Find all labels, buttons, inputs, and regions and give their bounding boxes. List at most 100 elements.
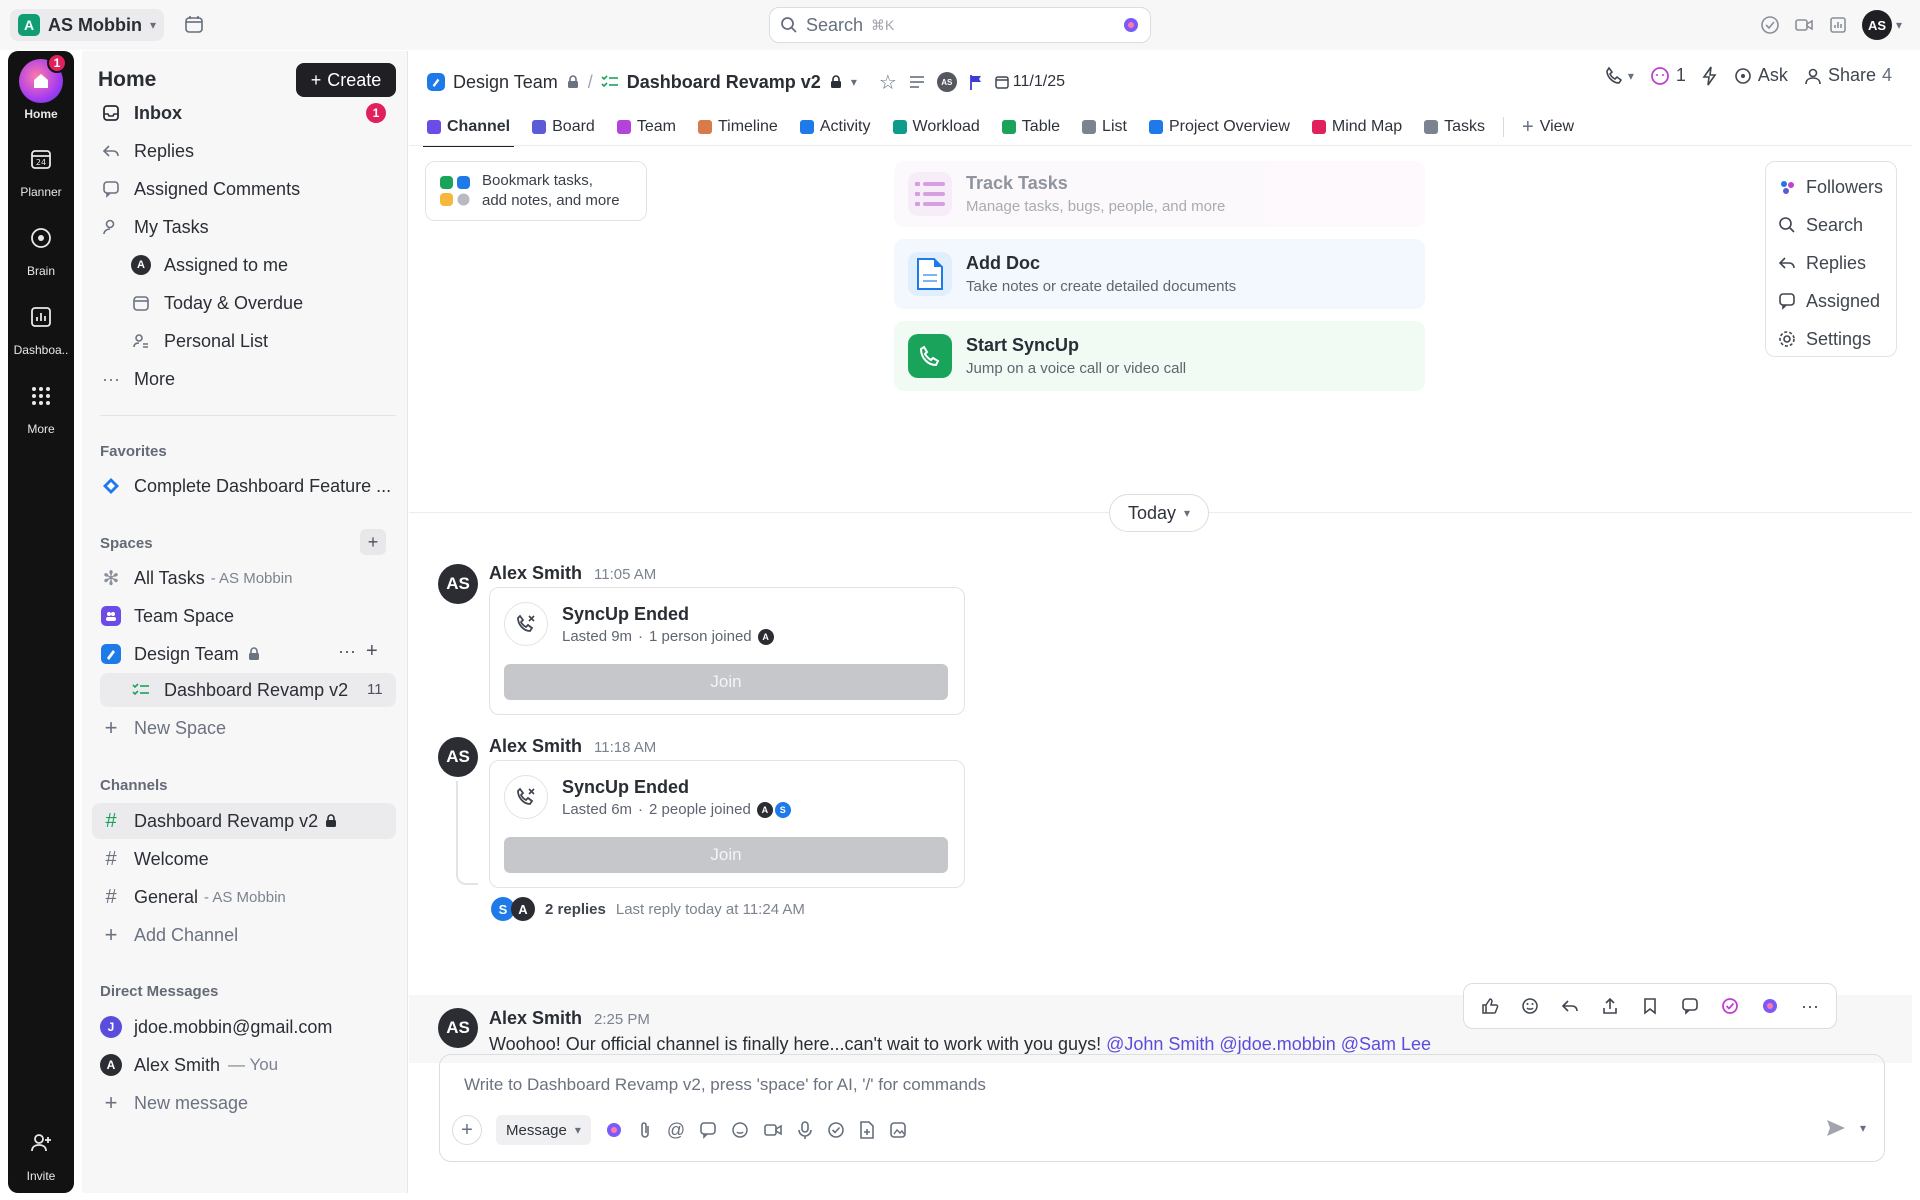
space-add-plus-icon[interactable]: + [366, 640, 378, 663]
favorite-item[interactable]: Complete Dashboard Feature ... [100, 470, 391, 502]
global-search[interactable]: Search ⌘K [769, 7, 1151, 43]
date-divider-today[interactable]: Today ▾ [1109, 494, 1209, 532]
space-options-ellipsis-icon[interactable]: ··· [338, 641, 356, 662]
lightning-icon[interactable] [1702, 66, 1718, 86]
sidebar-item-assigned-comments[interactable]: Assigned Comments [100, 173, 300, 205]
emoji-icon[interactable] [731, 1121, 749, 1139]
channel-general[interactable]: # General - AS Mobbin [100, 881, 285, 913]
notification-icon[interactable]: 1 [1650, 65, 1686, 86]
panel-followers[interactable]: Followers [1774, 168, 1888, 206]
rail-brain[interactable]: Brain [8, 216, 74, 278]
panel-assigned[interactable]: Assigned [1774, 282, 1888, 320]
tab-workload[interactable]: Workload [889, 109, 984, 145]
dm-alex-smith[interactable]: A Alex Smith — You [100, 1049, 278, 1081]
check-circle-icon[interactable] [1760, 15, 1780, 35]
mention-link[interactable]: @John Smith [1106, 1034, 1214, 1055]
reply-icon[interactable] [1558, 994, 1582, 1018]
start-syncup-card[interactable]: Start SyncUp Jump on a voice call or vide… [894, 321, 1425, 391]
new-message-button[interactable]: + New message [100, 1087, 248, 1119]
tab-mind-map[interactable]: Mind Map [1308, 109, 1406, 145]
message-author[interactable]: Alex Smith [489, 736, 582, 757]
calendar-icon[interactable] [184, 14, 204, 34]
mention-link[interactable]: @Sam Lee [1341, 1034, 1431, 1055]
list-dashboard-revamp[interactable]: Dashboard Revamp v2 [130, 674, 348, 706]
mention-link[interactable]: @jdoe.mobbin [1219, 1034, 1335, 1055]
emoji-add-icon[interactable] [1518, 994, 1542, 1018]
space-design-team[interactable]: Design Team [100, 638, 261, 670]
dm-jdoe[interactable]: J jdoe.mobbin@gmail.com [100, 1011, 332, 1043]
tab-timeline[interactable]: Timeline [694, 109, 782, 145]
flag-icon[interactable] [969, 74, 983, 90]
channel-welcome[interactable]: # Welcome [100, 843, 208, 875]
mention-at-icon[interactable]: @ [667, 1120, 685, 1141]
tab-table[interactable]: Table [998, 109, 1064, 145]
add-doc-card[interactable]: Add Doc Take notes or create detailed doc… [894, 239, 1425, 309]
crumb-space[interactable]: Design Team [453, 72, 558, 93]
message-avatar[interactable]: AS [438, 1008, 478, 1048]
message-author[interactable]: Alex Smith [489, 1008, 582, 1029]
user-avatar[interactable]: AS [1861, 10, 1892, 40]
due-date[interactable]: 11/1/25 [1013, 73, 1065, 91]
rail-home[interactable]: 1 Home [8, 53, 74, 121]
doc-add-icon[interactable] [859, 1121, 875, 1139]
attachment-icon[interactable] [637, 1121, 653, 1139]
join-button[interactable]: Join [504, 837, 948, 873]
sidebar-item-today-overdue[interactable]: Today & Overdue [130, 287, 303, 319]
ai-sparkle-icon[interactable] [1122, 16, 1140, 34]
message-avatar[interactable]: AS [438, 564, 478, 604]
bookmark-widget[interactable]: Bookmark tasks, add notes, and more [425, 161, 647, 221]
space-team-space[interactable]: Team Space [100, 600, 234, 632]
chevron-down-icon[interactable]: ▾ [1896, 18, 1902, 32]
sidebar-item-more[interactable]: ··· More [100, 363, 175, 395]
message-avatar[interactable]: AS [438, 737, 478, 777]
rail-more[interactable]: More [8, 374, 74, 436]
tab-project-overview[interactable]: Project Overview [1145, 109, 1294, 145]
assignee-avatar[interactable]: AS [936, 72, 957, 92]
thumbs-up-icon[interactable] [1478, 994, 1502, 1018]
rail-planner[interactable]: 24 Planner [8, 137, 74, 199]
new-space-button[interactable]: + New Space [100, 712, 227, 744]
create-button[interactable]: + Create [296, 63, 396, 97]
composer-placeholder[interactable]: Write to Dashboard Revamp v2, press 'spa… [464, 1075, 986, 1095]
sidebar-item-personal-list[interactable]: Personal List [130, 325, 268, 357]
chart-icon[interactable] [1828, 15, 1848, 35]
bookmark-icon[interactable] [1638, 994, 1662, 1018]
add-space-plus-icon[interactable]: + [360, 529, 386, 555]
chevron-down-icon[interactable]: ▾ [1860, 1121, 1866, 1135]
calendar-icon[interactable] [995, 75, 1009, 89]
workspace-switcher[interactable]: A AS Mobbin ▾ [10, 9, 165, 41]
message-composer[interactable]: Write to Dashboard Revamp v2, press 'spa… [439, 1054, 1885, 1162]
star-icon[interactable]: ☆ [879, 70, 897, 95]
add-channel-button[interactable]: + Add Channel [100, 919, 239, 951]
tab-board[interactable]: Board [528, 109, 599, 145]
panel-replies[interactable]: Replies [1774, 244, 1888, 282]
space-all-tasks[interactable]: ✻ All Tasks - AS Mobbin [100, 562, 293, 594]
channel-dashboard-revamp[interactable]: # Dashboard Revamp v2 [100, 805, 338, 837]
tab-tasks[interactable]: Tasks [1420, 109, 1489, 145]
task-check-icon[interactable] [827, 1121, 845, 1139]
microphone-icon[interactable] [797, 1121, 813, 1139]
composer-add-plus-icon[interactable]: + [452, 1115, 482, 1145]
send-icon[interactable] [1826, 1119, 1846, 1137]
rail-dashboards[interactable]: Dashboa.. [8, 295, 74, 357]
chevron-down-icon[interactable]: ▾ [851, 75, 857, 89]
assign-comment-icon[interactable] [1678, 994, 1702, 1018]
crumb-list[interactable]: Dashboard Revamp v2 [627, 72, 821, 93]
share-button[interactable]: Share 4 [1804, 65, 1892, 86]
image-add-icon[interactable] [889, 1121, 907, 1139]
ai-sparkle-icon[interactable] [605, 1121, 623, 1139]
ai-sparkle-icon[interactable] [1758, 994, 1782, 1018]
tab-channel[interactable]: Channel [423, 109, 515, 147]
rail-invite[interactable]: Invite [8, 1121, 74, 1183]
comment-icon[interactable] [699, 1121, 717, 1139]
tab-list[interactable]: List [1078, 109, 1131, 145]
sidebar-item-inbox[interactable]: Inbox [100, 97, 400, 129]
ask-ai-button[interactable]: Ask [1734, 65, 1788, 86]
description-lines-icon[interactable] [909, 75, 925, 89]
video-icon[interactable] [1794, 15, 1814, 35]
tab-team[interactable]: Team [613, 109, 680, 145]
create-task-icon[interactable] [1718, 994, 1742, 1018]
tab-activity[interactable]: Activity [796, 109, 875, 145]
add-view-button[interactable]: + View [1518, 109, 1578, 145]
share-upload-icon[interactable] [1598, 994, 1622, 1018]
